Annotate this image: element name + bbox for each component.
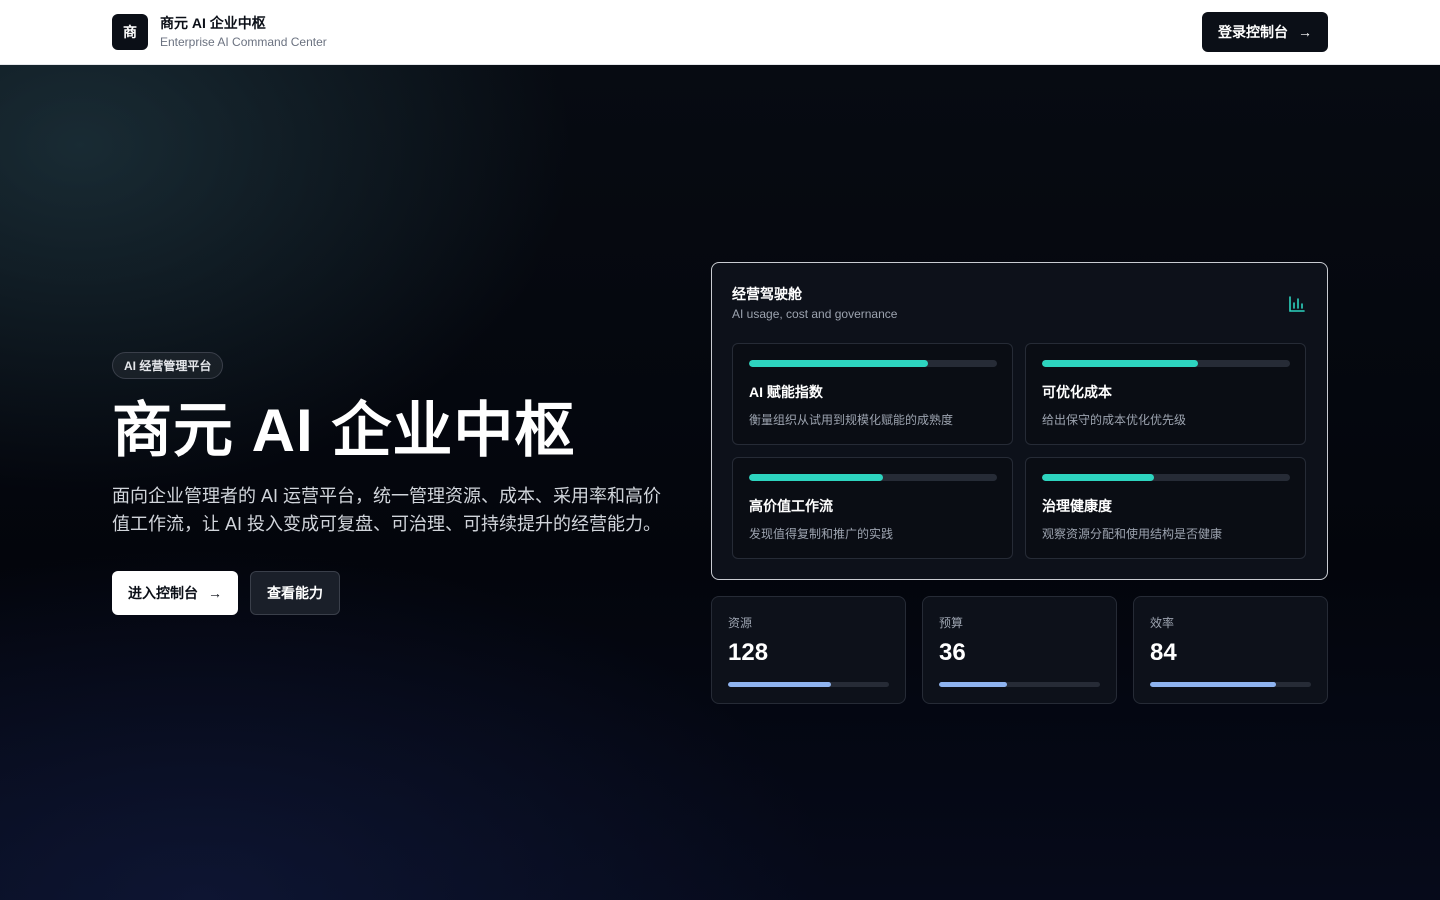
- stat-label: 资源: [728, 616, 753, 630]
- feature-card-workflow[interactable]: 高价值工作流 发现值得复制和推广的实践: [732, 457, 1013, 559]
- stat-label: 预算: [939, 616, 964, 630]
- feature-card-ai-index[interactable]: AI 赋能指数 衡量组织从试用到规模化赋能的成熟度: [732, 343, 1013, 445]
- feature-progress-fill: [749, 474, 883, 481]
- hero-description: 面向企业管理者的 AI 运营平台，统一管理资源、成本、采用率和高价值工作流，让 …: [112, 486, 662, 534]
- feature-description: 发现值得复制和推广的实践: [749, 527, 894, 541]
- feature-title: 治理健康度: [1042, 498, 1112, 514]
- feature-progress-fill: [1042, 360, 1199, 367]
- feature-description: 观察资源分配和使用结构是否健康: [1042, 527, 1223, 541]
- stat-card-efficiency[interactable]: 效率 84: [1133, 596, 1328, 704]
- platform-badge: AI 经营管理平台: [112, 352, 224, 379]
- view-capabilities-button[interactable]: 查看能力: [250, 571, 340, 615]
- brand[interactable]: 商 商元 AI 企业中枢 Enterprise AI Command Cente…: [112, 14, 327, 50]
- arrow-right-icon: →: [1298, 24, 1312, 40]
- login-button-label: 登录控制台: [1218, 24, 1288, 40]
- feature-description: 衡量组织从试用到规模化赋能的成熟度: [749, 413, 954, 427]
- cockpit-panel: 经营驾驶舱 AI usage, cost and governance AI 赋…: [711, 262, 1328, 580]
- logo-icon: 商: [112, 14, 148, 50]
- stat-label: 效率: [1150, 616, 1175, 630]
- feature-progress-track: [749, 360, 997, 367]
- enter-console-label: 进入控制台: [128, 585, 198, 601]
- brand-text: 商元 AI 企业中枢 Enterprise AI Command Center: [160, 14, 327, 50]
- enter-console-button[interactable]: 进入控制台 →: [112, 571, 238, 615]
- top-navbar: 商 商元 AI 企业中枢 Enterprise AI Command Cente…: [0, 0, 1440, 65]
- stat-card-budget[interactable]: 预算 36: [922, 596, 1117, 704]
- stat-progress-track: [939, 682, 1100, 687]
- brand-name: 商元 AI 企业中枢: [160, 15, 266, 31]
- stat-progress-fill: [939, 682, 1007, 687]
- stat-value: 36: [939, 639, 966, 666]
- stat-progress-track: [728, 682, 889, 687]
- hero-title: 商元 AI 企业中枢: [112, 397, 576, 464]
- feature-title: AI 赋能指数: [749, 384, 823, 400]
- feature-description: 给出保守的成本优化优先级: [1042, 413, 1187, 427]
- feature-progress-track: [749, 474, 997, 481]
- panel-title: 经营驾驶舱: [732, 286, 802, 302]
- feature-title: 可优化成本: [1042, 384, 1112, 400]
- bar-chart-icon: [1289, 296, 1305, 312]
- stat-card-resources[interactable]: 资源 128: [711, 596, 906, 704]
- login-console-button[interactable]: 登录控制台 →: [1202, 12, 1328, 52]
- feature-progress-track: [1042, 360, 1290, 367]
- feature-card-governance[interactable]: 治理健康度 观察资源分配和使用结构是否健康: [1025, 457, 1306, 559]
- feature-progress-fill: [749, 360, 928, 367]
- feature-progress-fill: [1042, 474, 1154, 481]
- stat-progress-fill: [728, 682, 832, 687]
- feature-progress-track: [1042, 474, 1290, 481]
- arrow-right-icon: →: [208, 585, 222, 601]
- feature-title: 高价值工作流: [749, 498, 833, 514]
- stat-value: 84: [1150, 639, 1177, 666]
- stat-value: 128: [728, 639, 769, 666]
- brand-subtitle: Enterprise AI Command Center: [160, 35, 327, 49]
- stat-progress-track: [1150, 682, 1311, 687]
- panel-subtitle: AI usage, cost and governance: [732, 307, 898, 321]
- feature-card-cost[interactable]: 可优化成本 给出保守的成本优化优先级: [1025, 343, 1306, 445]
- stat-progress-fill: [1150, 682, 1276, 687]
